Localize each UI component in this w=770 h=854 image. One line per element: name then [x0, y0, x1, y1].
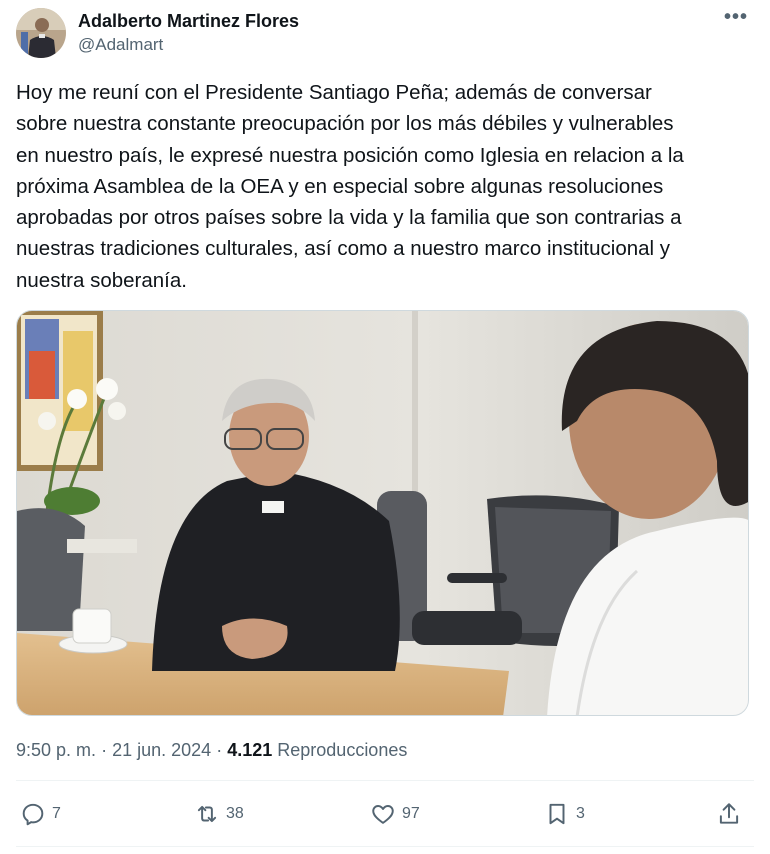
retweet-button[interactable]: 38	[194, 796, 244, 832]
tweet-text-line: nuestra soberanía.	[16, 268, 187, 292]
tweet-photo[interactable]	[16, 310, 749, 716]
tweet-text-line: nuestras tradiciones culturales, así com…	[16, 237, 671, 261]
author-handle[interactable]: @Adalmart	[78, 34, 299, 56]
bookmark-icon	[549, 803, 565, 825]
divider	[16, 846, 754, 847]
author-display-name[interactable]: Adalberto Martinez Flores	[78, 10, 299, 32]
reply-icon	[22, 803, 44, 826]
share-button[interactable]	[716, 796, 742, 832]
tweet-text-line: próxima Asamblea de la OEA y en especial…	[16, 174, 664, 198]
bookmark-button[interactable]: 3	[544, 796, 585, 832]
share-icon	[719, 803, 739, 824]
more-options-icon[interactable]: •••	[722, 7, 750, 30]
tweet-text: Hoy me reuní con el Presidente Santiago …	[16, 77, 756, 296]
tweet-text-line: en nuestro país, le expresé nuestra posi…	[16, 143, 684, 167]
action-bar: 7 38 97 3	[16, 796, 754, 832]
avatar[interactable]	[16, 8, 66, 58]
views-count: 4.121	[227, 740, 273, 760]
tweet-text-line: sobre nuestra constante preocupación por…	[16, 112, 674, 136]
tweet-date[interactable]: 21 jun. 2024	[112, 740, 211, 760]
bookmark-count: 3	[576, 805, 585, 822]
retweet-icon	[197, 805, 217, 823]
reply-count: 7	[52, 805, 61, 822]
tweet-meta: 9:50 p. m. · 21 jun. 2024 · 4.121 Reprod…	[16, 738, 407, 762]
meta-separator: ·	[216, 740, 223, 760]
retweet-count: 38	[226, 805, 244, 822]
heart-icon	[372, 805, 394, 824]
like-button[interactable]: 97	[370, 796, 420, 832]
tweet-text-line: aprobadas por otros países sobre la vida…	[16, 206, 682, 230]
tweet-text-line: Hoy me reuní con el Presidente Santiago …	[16, 81, 652, 104]
tweet-time[interactable]: 9:50 p. m.	[16, 740, 96, 760]
tweet-header: Adalberto Martinez Flores @Adalmart •••	[16, 7, 754, 60]
meta-separator: ·	[101, 740, 108, 760]
reply-button[interactable]: 7	[20, 796, 61, 832]
views-label: Reproducciones	[277, 740, 408, 760]
like-count: 97	[402, 805, 420, 822]
divider	[16, 780, 754, 781]
